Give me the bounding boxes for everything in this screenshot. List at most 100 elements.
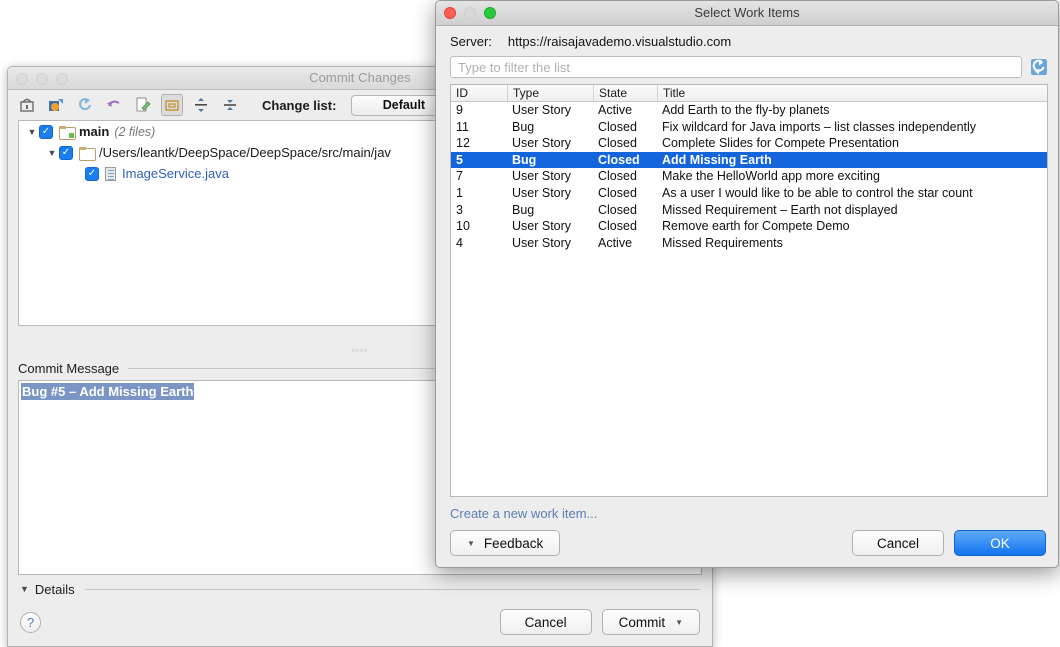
chevron-down-icon: ▼	[675, 618, 683, 627]
cell-id: 10	[451, 218, 507, 235]
cell-title: Remove earth for Compete Demo	[657, 218, 1047, 235]
cell-id: 4	[451, 235, 507, 252]
tree-item-sublabel: (2 files)	[114, 125, 155, 139]
filter-row: Type to filter the list	[436, 49, 1058, 78]
table-body: 9User StoryActiveAdd Earth to the fly-by…	[451, 102, 1047, 251]
cell-type: User Story	[507, 168, 593, 185]
create-work-item-link[interactable]: Create a new work item...	[436, 497, 1058, 521]
collapse-all-icon[interactable]	[219, 94, 241, 116]
rollback-icon[interactable]	[103, 94, 125, 116]
tree-item-label: ImageService.java	[122, 166, 229, 181]
cell-id: 12	[451, 135, 507, 152]
select-work-items-dialog: Select Work Items Server: https://raisaj…	[435, 0, 1059, 568]
tree-item-label: main	[79, 124, 109, 139]
cell-title: As a user I would like to be able to con…	[657, 185, 1047, 202]
cell-state: Active	[593, 235, 657, 252]
refresh-icon[interactable]	[1030, 58, 1048, 76]
cell-id: 5	[451, 152, 507, 169]
screen: Commit Changes	[0, 0, 1060, 647]
commit-message-label: Commit Message	[18, 361, 119, 376]
column-header-type[interactable]: Type	[507, 85, 593, 101]
table-row[interactable]: 7User StoryClosedMake the HelloWorld app…	[451, 168, 1047, 185]
cell-id: 3	[451, 202, 507, 219]
ok-button[interactable]: OK	[954, 530, 1046, 556]
cancel-button[interactable]: Cancel	[852, 530, 944, 556]
details-section[interactable]: ▼ Details	[8, 575, 712, 603]
cell-title: Missed Requirement – Earth not displayed	[657, 202, 1047, 219]
table-row[interactable]: 5BugClosedAdd Missing Earth	[451, 152, 1047, 169]
cell-title: Fix wildcard for Java imports – list cla…	[657, 119, 1047, 136]
folder-module-icon	[59, 126, 74, 138]
server-row: Server: https://raisajavademo.visualstud…	[436, 26, 1058, 49]
dialog-footer: ▼ Feedback Cancel OK	[436, 521, 1058, 556]
cell-type: User Story	[507, 135, 593, 152]
tree-checkbox[interactable]: ✓	[59, 146, 73, 160]
cell-title: Add Earth to the fly-by planets	[657, 102, 1047, 119]
dialog-title: Select Work Items	[436, 5, 1058, 20]
cell-id: 11	[451, 119, 507, 136]
feedback-button[interactable]: ▼ Feedback	[450, 530, 560, 556]
expand-all-icon[interactable]	[190, 94, 212, 116]
cell-state: Closed	[593, 152, 657, 169]
divider	[85, 589, 700, 590]
revert-changes-icon[interactable]	[45, 94, 67, 116]
cell-type: User Story	[507, 218, 593, 235]
cell-state: Closed	[593, 218, 657, 235]
dialog-titlebar[interactable]: Select Work Items	[436, 1, 1058, 26]
help-button[interactable]: ?	[20, 612, 41, 633]
commit-icon[interactable]	[16, 94, 38, 116]
column-header-state[interactable]: State	[593, 85, 657, 101]
tree-checkbox[interactable]: ✓	[39, 125, 53, 139]
cell-state: Closed	[593, 185, 657, 202]
column-header-id[interactable]: ID	[451, 85, 507, 101]
commit-window-footer: ? Cancel Commit ▼	[8, 603, 712, 635]
cell-type: Bug	[507, 202, 593, 219]
changelist-label: Change list:	[262, 98, 336, 113]
chevron-down-icon: ▼	[467, 539, 475, 548]
cell-type: User Story	[507, 235, 593, 252]
cell-type: Bug	[507, 119, 593, 136]
group-by-directory-icon[interactable]	[161, 94, 183, 116]
cell-type: Bug	[507, 152, 593, 169]
cell-state: Closed	[593, 168, 657, 185]
cell-title: Missed Requirements	[657, 235, 1047, 252]
details-label: Details	[35, 582, 75, 597]
feedback-button-label: Feedback	[484, 536, 543, 551]
cell-state: Closed	[593, 135, 657, 152]
cell-state: Closed	[593, 119, 657, 136]
cell-id: 9	[451, 102, 507, 119]
cell-type: User Story	[507, 102, 593, 119]
cell-title: Make the HelloWorld app more exciting	[657, 168, 1047, 185]
java-file-icon	[105, 167, 116, 181]
column-header-title[interactable]: Title	[657, 85, 1047, 101]
table-row[interactable]: 4User StoryActiveMissed Requirements	[451, 235, 1047, 252]
server-label: Server:	[450, 34, 492, 49]
table-row[interactable]: 12User StoryClosedComplete Slides for Co…	[451, 135, 1047, 152]
tree-checkbox[interactable]: ✓	[85, 167, 99, 181]
table-row[interactable]: 1User StoryClosedAs a user I would like …	[451, 185, 1047, 202]
expand-triangle-icon[interactable]: ▼	[45, 148, 59, 158]
work-items-table[interactable]: ID Type State Title 9User StoryActiveAdd…	[450, 84, 1048, 497]
cancel-button[interactable]: Cancel	[500, 609, 592, 635]
cell-title: Complete Slides for Compete Presentation	[657, 135, 1047, 152]
changelist-value: Default	[383, 98, 425, 112]
table-row[interactable]: 11BugClosedFix wildcard for Java imports…	[451, 119, 1047, 136]
table-row[interactable]: 9User StoryActiveAdd Earth to the fly-by…	[451, 102, 1047, 119]
server-value: https://raisajavademo.visualstudio.com	[508, 34, 731, 49]
commit-button-label: Commit	[619, 615, 666, 630]
table-row[interactable]: 10User StoryClosedRemove earth for Compe…	[451, 218, 1047, 235]
show-diff-icon[interactable]	[132, 94, 154, 116]
filter-input[interactable]: Type to filter the list	[450, 56, 1022, 78]
refresh-icon[interactable]	[74, 94, 96, 116]
commit-message-value: Bug #5 – Add Missing Earth	[21, 383, 194, 400]
cell-title: Add Missing Earth	[657, 152, 1047, 169]
cell-type: User Story	[507, 185, 593, 202]
table-header: ID Type State Title	[451, 85, 1047, 102]
cell-state: Closed	[593, 202, 657, 219]
cell-state: Active	[593, 102, 657, 119]
table-row[interactable]: 3BugClosedMissed Requirement – Earth not…	[451, 202, 1047, 219]
cell-id: 7	[451, 168, 507, 185]
commit-button[interactable]: Commit ▼	[602, 609, 700, 635]
expand-triangle-icon[interactable]: ▼	[25, 127, 39, 137]
chevron-down-icon[interactable]: ▼	[20, 584, 29, 594]
